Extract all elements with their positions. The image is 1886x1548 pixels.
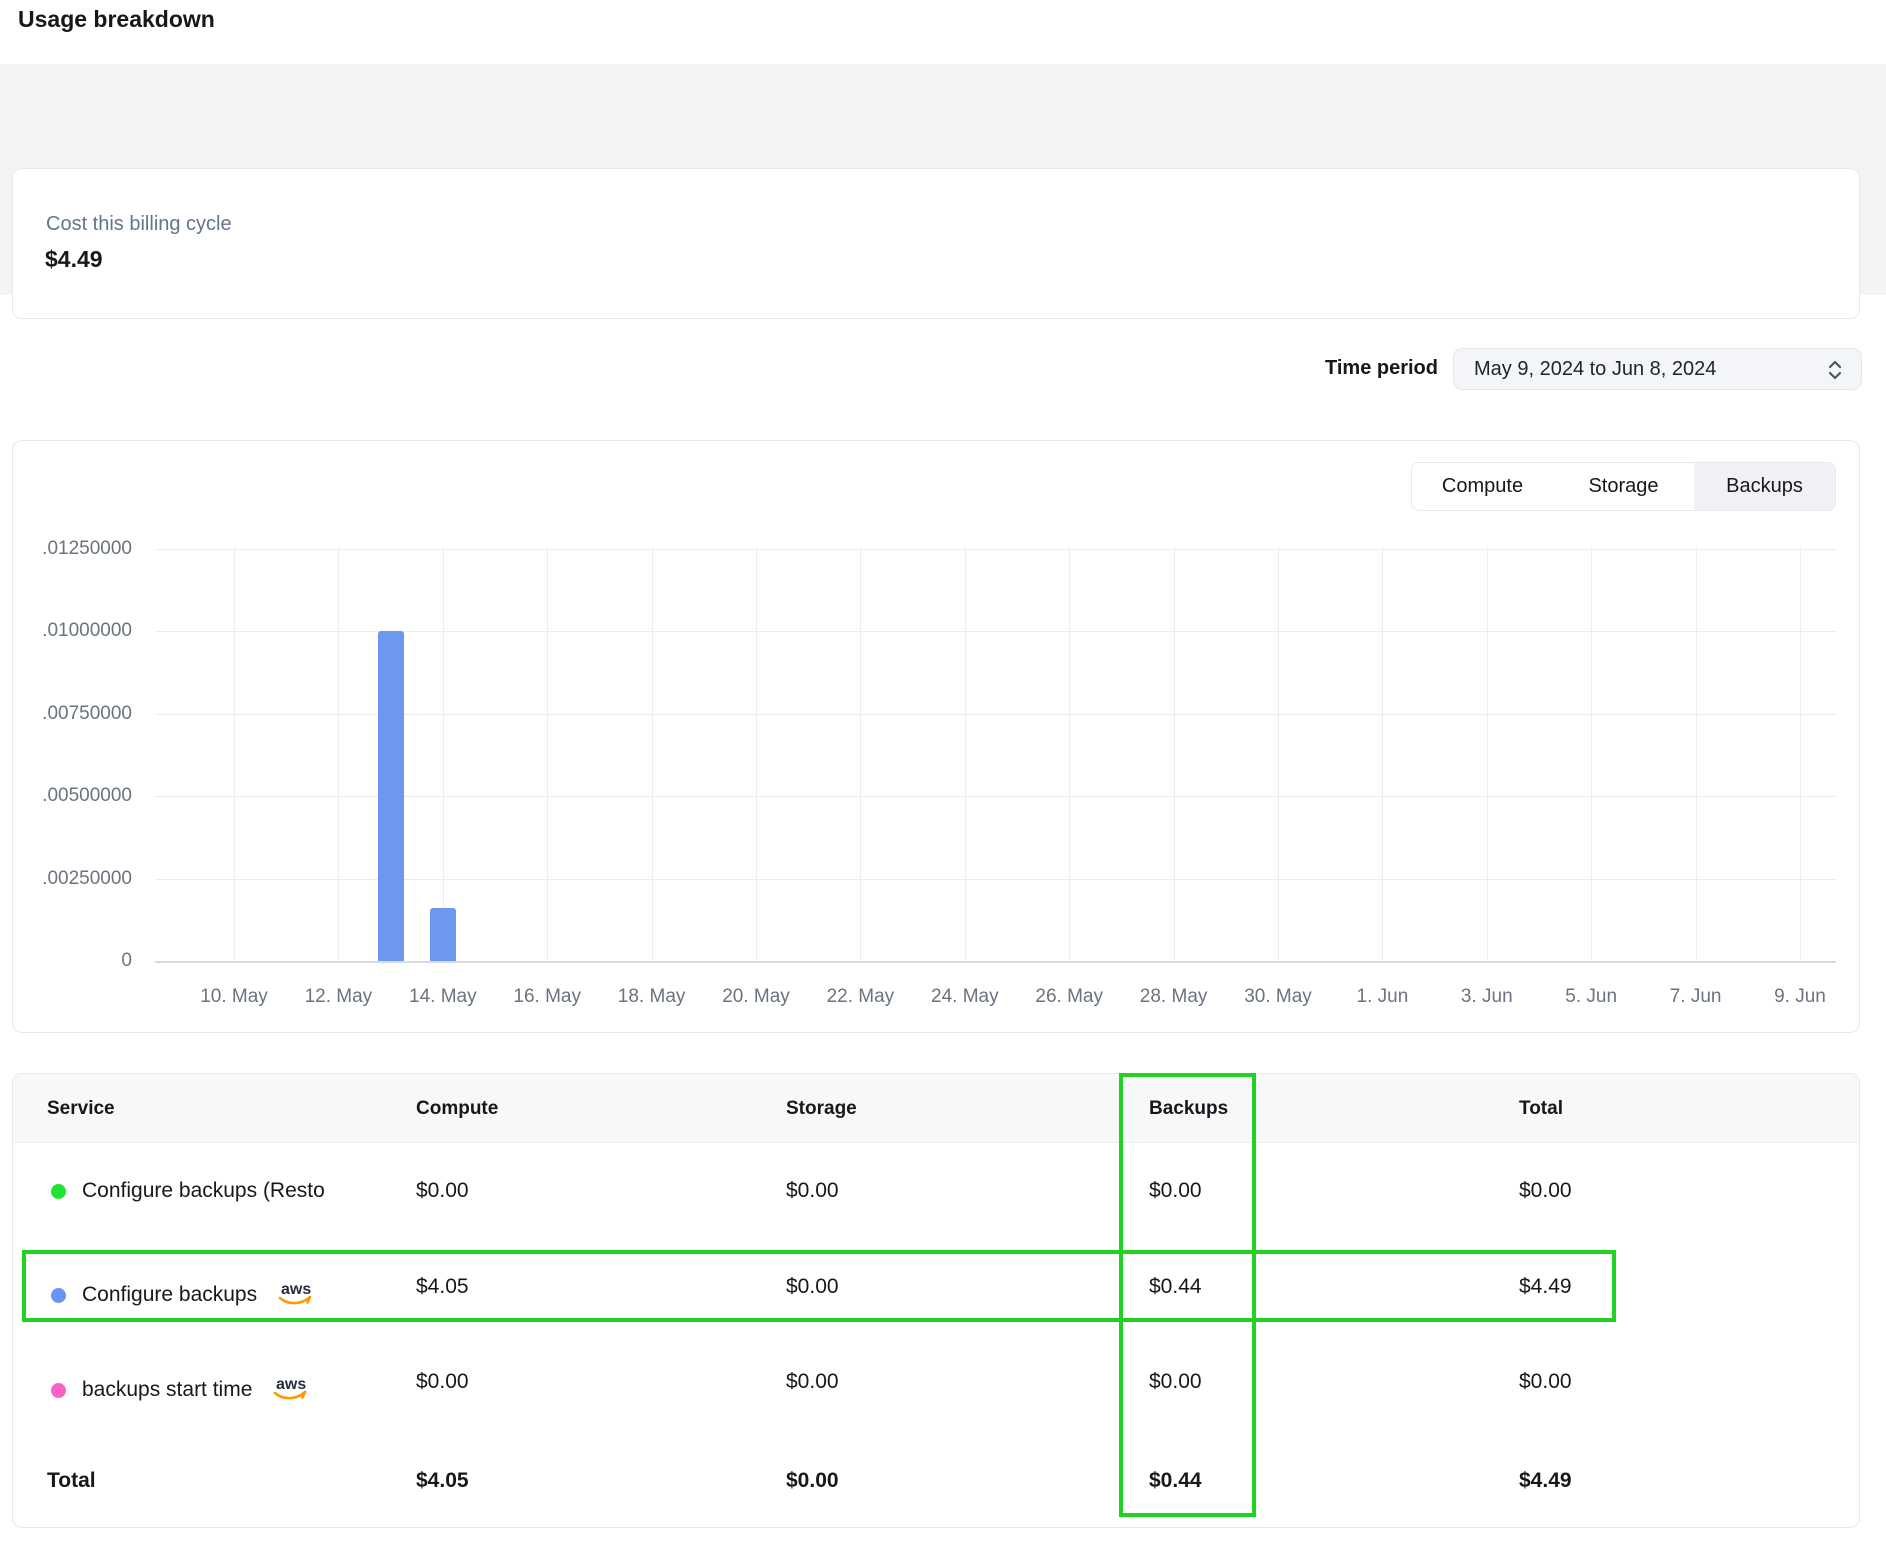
- y-gridline: [155, 879, 1836, 880]
- backups-cost: $0.00: [1149, 1368, 1202, 1396]
- chart-bar[interactable]: [378, 631, 404, 961]
- x-gridline: [1696, 546, 1697, 961]
- y-gridline: [155, 796, 1836, 797]
- x-tick-label: 30. May: [1218, 986, 1338, 1008]
- x-gridline: [860, 546, 861, 961]
- x-gridline: [1174, 546, 1175, 961]
- x-gridline: [1278, 546, 1279, 961]
- total-compute-cost: $4.05: [416, 1467, 469, 1495]
- x-tick-label: 16. May: [487, 986, 607, 1008]
- y-tick-label: .01250000: [0, 538, 132, 560]
- table-header-row: Service Compute Storage Backups Total: [13, 1074, 1859, 1143]
- compute-cost: $4.05: [416, 1273, 469, 1301]
- storage-cost: $0.00: [786, 1368, 839, 1396]
- service-name: Configure backups (Resto: [82, 1177, 325, 1205]
- x-tick-label: 22. May: [800, 986, 920, 1008]
- compute-cost: $0.00: [416, 1368, 469, 1396]
- svg-text:aws: aws: [281, 1281, 311, 1298]
- x-gridline: [1069, 546, 1070, 961]
- x-gridline: [1487, 546, 1488, 961]
- storage-cost: $0.00: [786, 1177, 839, 1205]
- x-tick-label: 14. May: [383, 986, 503, 1008]
- x-gridline: [338, 546, 339, 961]
- backups-cost: $0.00: [1149, 1177, 1202, 1205]
- total-cost: $0.00: [1519, 1177, 1572, 1205]
- service-name-cell: Configure backups (Resto: [51, 1177, 325, 1205]
- y-tick-label: 0: [0, 950, 132, 972]
- x-tick-label: 24. May: [905, 986, 1025, 1008]
- x-gridline: [1800, 546, 1801, 961]
- svg-text:aws: aws: [276, 1376, 306, 1393]
- series-dot: [51, 1383, 66, 1398]
- x-tick-label: 5. Jun: [1531, 986, 1651, 1008]
- x-tick-label: 3. Jun: [1427, 986, 1547, 1008]
- x-gridline: [756, 546, 757, 961]
- col-header-storage: Storage: [786, 1098, 857, 1120]
- y-tick-label: .00250000: [0, 868, 132, 890]
- col-header-compute: Compute: [416, 1098, 498, 1120]
- x-tick-label: 1. Jun: [1322, 986, 1442, 1008]
- x-gridline: [652, 546, 653, 961]
- y-gridline: [155, 961, 1836, 963]
- total-total-cost: $4.49: [1519, 1467, 1572, 1495]
- compute-cost: $0.00: [416, 1177, 469, 1205]
- y-tick-label: .00500000: [0, 785, 132, 807]
- x-gridline: [234, 546, 235, 961]
- total-cost: $4.49: [1519, 1273, 1572, 1301]
- x-gridline: [547, 546, 548, 961]
- usage-breakdown-page: Usage breakdown Cost this billing cycle …: [0, 0, 1886, 1548]
- x-tick-label: 7. Jun: [1636, 986, 1756, 1008]
- x-gridline: [1591, 546, 1592, 961]
- x-tick-label: 20. May: [696, 986, 816, 1008]
- aws-icon: aws: [273, 1279, 317, 1317]
- service-name: Configure backups: [82, 1281, 257, 1309]
- x-tick-label: 28. May: [1114, 986, 1234, 1008]
- x-tick-label: 26. May: [1009, 986, 1129, 1008]
- storage-cost: $0.00: [786, 1273, 839, 1301]
- x-gridline: [1382, 546, 1383, 961]
- col-header-service: Service: [47, 1098, 115, 1120]
- backups-cost: $0.44: [1149, 1273, 1202, 1301]
- x-tick-label: 9. Jun: [1740, 986, 1860, 1008]
- y-tick-label: .01000000: [0, 620, 132, 642]
- y-tick-label: .00750000: [0, 703, 132, 725]
- series-dot: [51, 1184, 66, 1199]
- x-tick-label: 18. May: [592, 986, 712, 1008]
- usage-table-panel: Service Compute Storage Backups Total Co…: [12, 1073, 1860, 1528]
- total-backups-cost: $0.44: [1149, 1467, 1202, 1495]
- x-tick-label: 10. May: [174, 986, 294, 1008]
- y-gridline: [155, 549, 1836, 550]
- service-name: backups start time: [82, 1376, 252, 1404]
- series-dot: [51, 1288, 66, 1303]
- service-name-cell: Configure backups aws: [51, 1273, 317, 1317]
- total-row-label: Total: [47, 1467, 96, 1495]
- col-header-backups: Backups: [1149, 1098, 1228, 1120]
- chart-bar[interactable]: [430, 908, 456, 961]
- x-gridline: [443, 546, 444, 961]
- service-name-cell: backups start time aws: [51, 1368, 312, 1412]
- total-storage-cost: $0.00: [786, 1467, 839, 1495]
- col-header-total: Total: [1519, 1098, 1563, 1120]
- y-gridline: [155, 714, 1836, 715]
- x-tick-label: 12. May: [278, 986, 398, 1008]
- aws-icon: aws: [268, 1374, 312, 1412]
- x-gridline: [965, 546, 966, 961]
- total-cost: $0.00: [1519, 1368, 1572, 1396]
- y-gridline: [155, 631, 1836, 632]
